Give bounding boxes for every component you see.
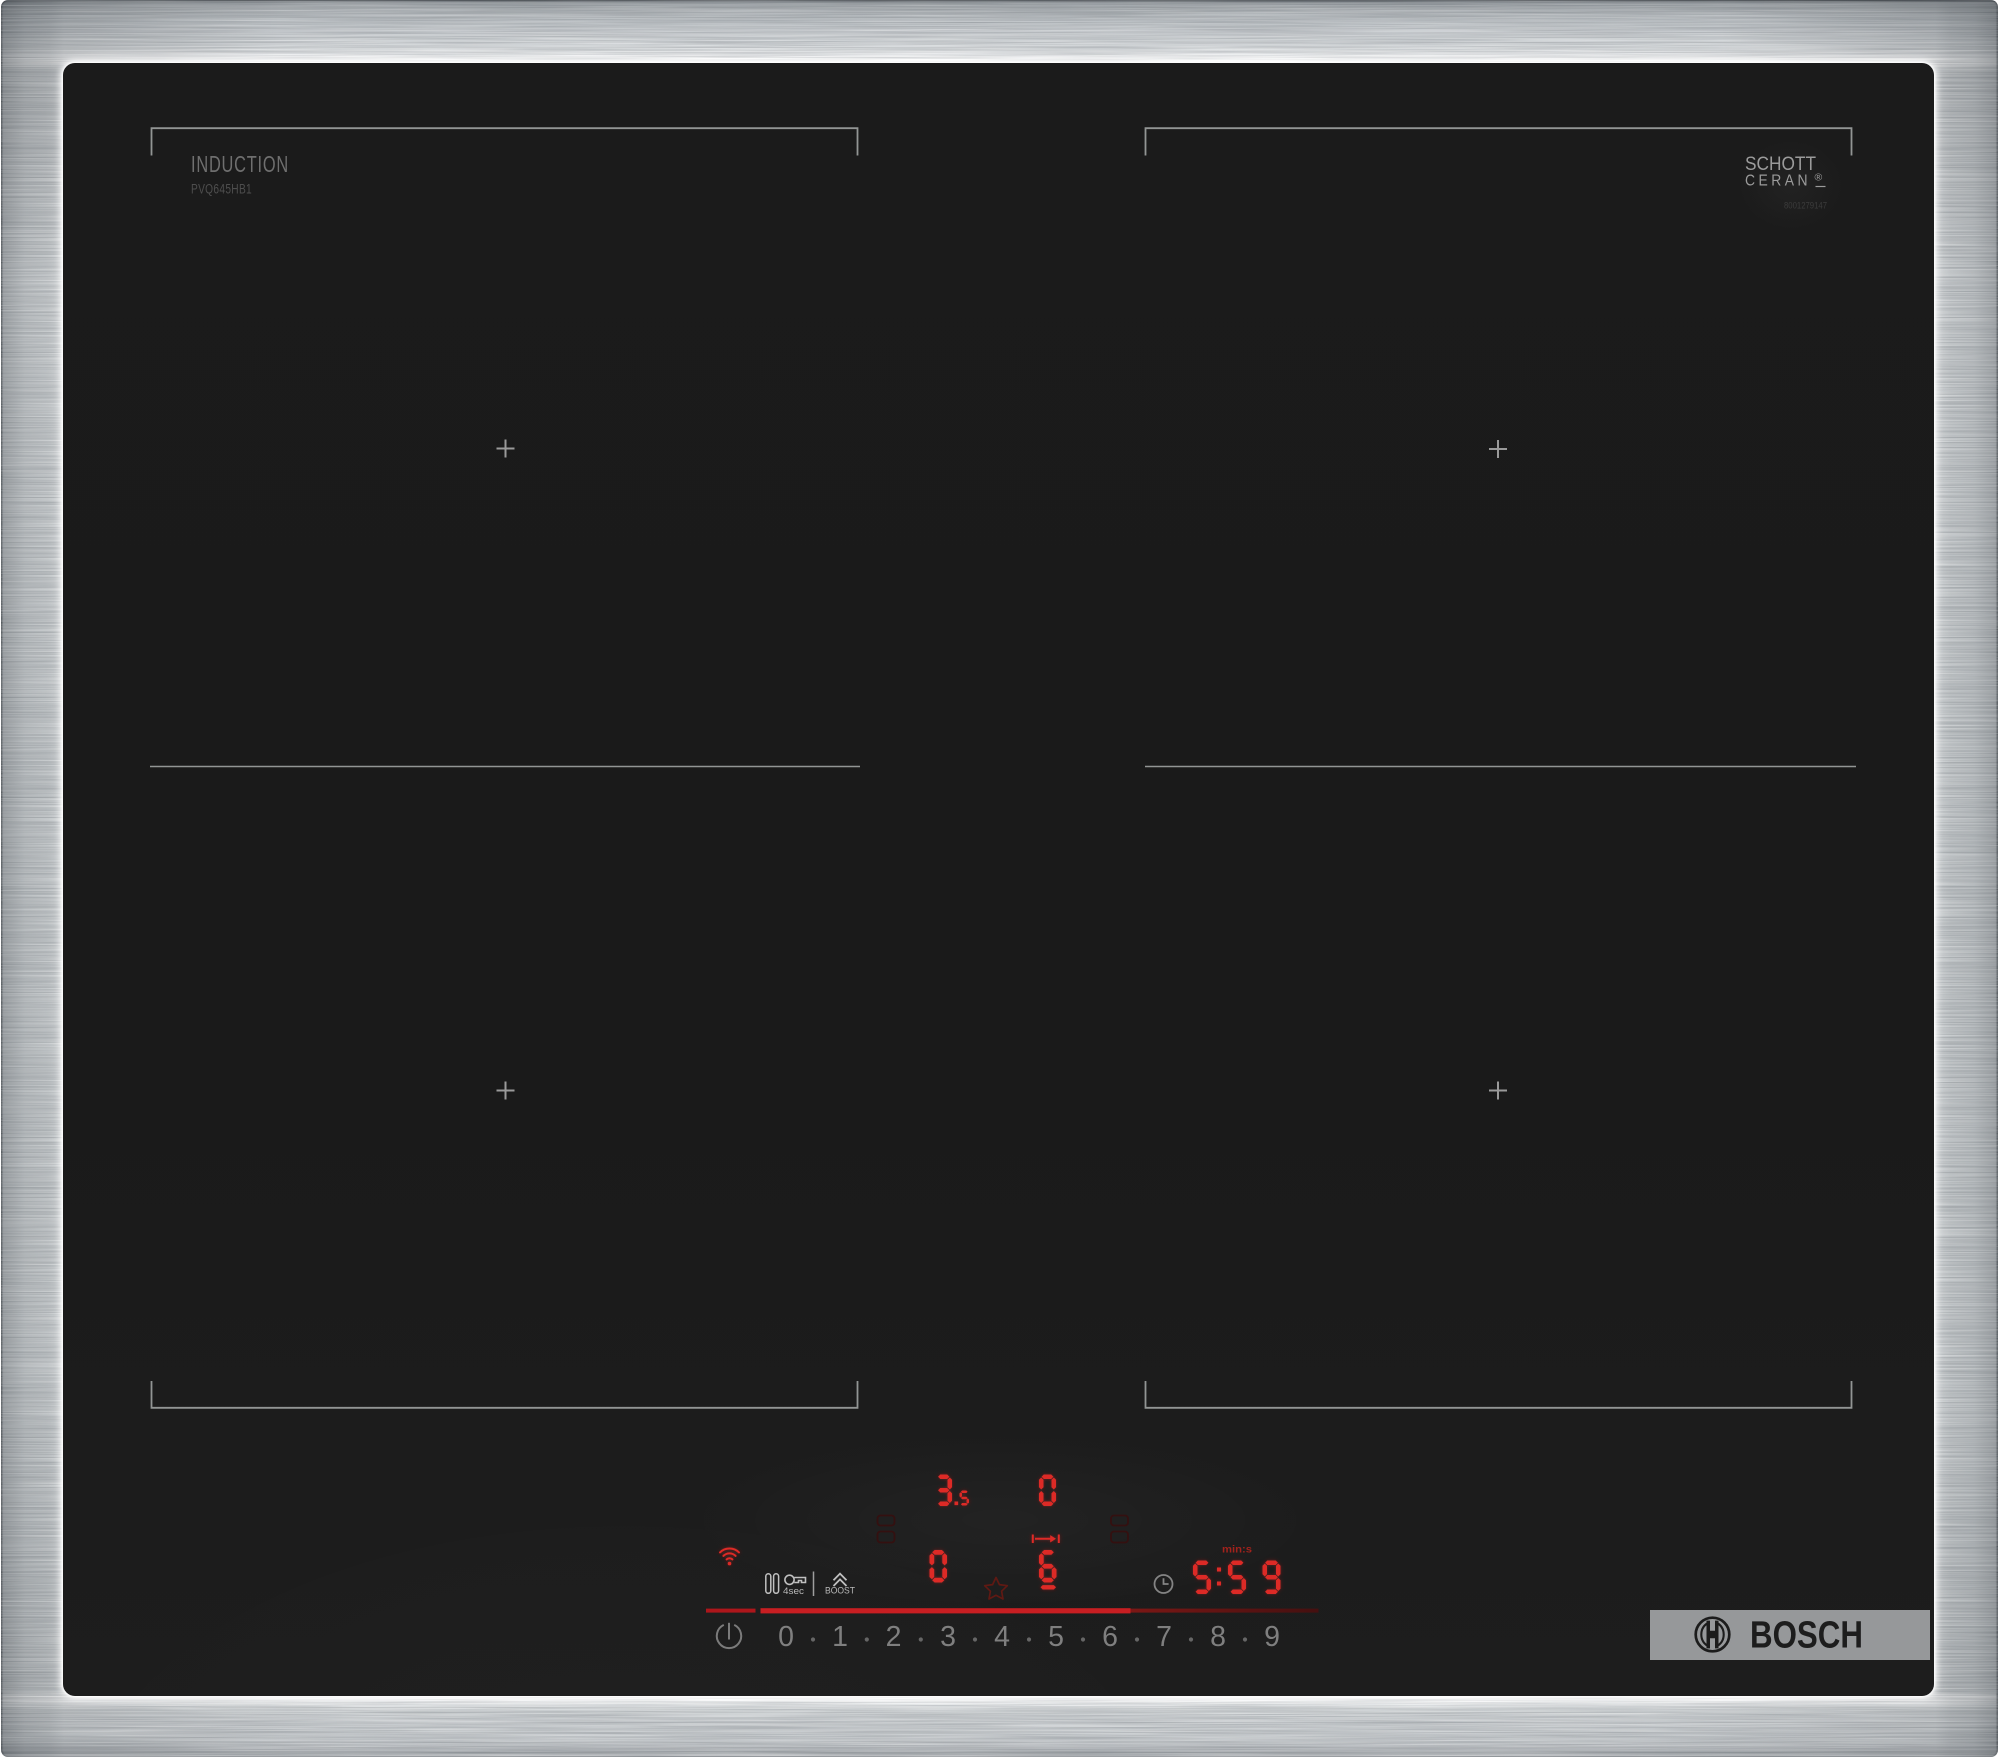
svg-text:2: 2 (886, 1621, 902, 1653)
svg-text:5: 5 (1048, 1621, 1064, 1653)
svg-text:6: 6 (1102, 1621, 1118, 1653)
svg-text:CERAN: CERAN (1745, 173, 1811, 190)
svg-text:BOSCH: BOSCH (1750, 1615, 1863, 1657)
svg-text:®: ® (1815, 172, 1823, 184)
svg-text:min:s: min:s (1222, 1545, 1252, 1556)
svg-text:8: 8 (1210, 1621, 1226, 1653)
svg-text:4sec: 4sec (783, 1586, 804, 1597)
svg-text:9: 9 (1264, 1621, 1280, 1653)
svg-text:PVQ645HB1: PVQ645HB1 (191, 182, 252, 197)
svg-text:0: 0 (778, 1621, 794, 1653)
svg-text:3: 3 (940, 1621, 956, 1653)
svg-text:INDUCTION: INDUCTION (191, 151, 289, 177)
svg-text:8001279147: 8001279147 (1784, 201, 1827, 212)
svg-text:7: 7 (1156, 1621, 1172, 1653)
svg-text:4: 4 (994, 1621, 1010, 1653)
svg-text:BOOST: BOOST (825, 1586, 855, 1596)
svg-text:1: 1 (832, 1621, 848, 1653)
